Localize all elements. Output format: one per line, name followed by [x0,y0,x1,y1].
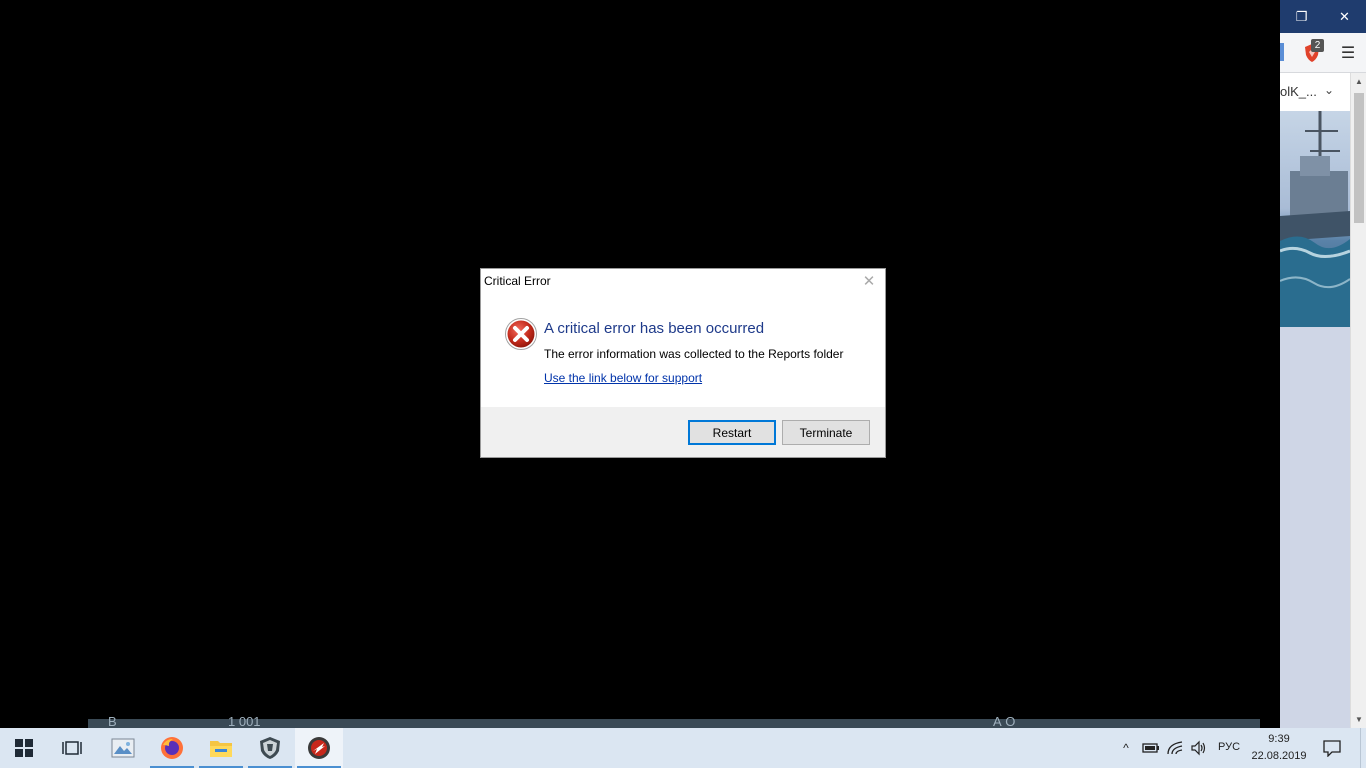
folder-icon [210,741,232,757]
battery-icon[interactable] [1141,738,1161,758]
notification-icon [1323,740,1341,757]
critical-error-dialog: Critical Error ✕ A critical error has be… [480,268,886,458]
taskbar-app-photos[interactable] [99,728,147,768]
windows-logo-icon [15,739,33,757]
clock-time[interactable]: 9:39 [1248,733,1310,745]
desktop: В 1 001 А О ❐ ✕ 2 ☰ olK_... ⌄ ▲ ▼ Critic… [0,0,1366,768]
dialog-message: The error information was collected to t… [544,347,844,361]
support-link[interactable]: Use the link below for support [544,371,702,385]
scrollbar-thumb[interactable] [1354,93,1364,223]
dialog-heading: A critical error has been occurred [544,320,765,337]
wargaming-icon [308,737,330,759]
action-center-button[interactable] [1318,736,1346,760]
hud-text-right: А О [993,714,1016,729]
volume-icon[interactable] [1189,738,1209,758]
hud-text-mid: 1 001 [228,714,261,729]
browser-menu-icon[interactable]: ☰ [1338,41,1358,65]
tab-title[interactable]: olK_... [1280,84,1320,99]
browser-scrollbar[interactable]: ▲ ▼ [1350,73,1366,728]
photo-viewer-icon [111,738,135,758]
scroll-up-arrow-icon[interactable]: ▲ [1355,77,1363,86]
close-window-button[interactable]: ✕ [1323,0,1366,33]
browser-toolbar: 2 ☰ [1280,33,1366,73]
game-bottom-hud: В 1 001 А О [88,715,1260,728]
ship-image [1280,111,1350,327]
dialog-button-bar: Restart Terminate [481,407,885,457]
dialog-close-button[interactable]: ✕ [859,271,879,291]
browser-titlebar: ❐ ✕ [1280,0,1366,33]
firefox-icon [161,737,183,759]
dialog-title: Critical Error [484,274,551,288]
chevron-down-icon[interactable]: ⌄ [1324,83,1334,97]
taskbar-app-wg-game-center[interactable] [295,728,343,768]
start-button[interactable] [0,728,48,768]
restart-button[interactable]: Restart [688,420,776,445]
taskbar-app-wows[interactable] [246,728,294,768]
extension-badge: 2 [1311,39,1324,52]
hud-text-left: В [108,714,117,729]
taskbar-app-file-explorer[interactable] [197,728,245,768]
task-view-button[interactable] [48,728,96,768]
world-of-warships-icon [260,737,280,759]
wifi-icon[interactable] [1165,738,1185,758]
show-desktop-button[interactable] [1360,728,1366,768]
show-hidden-icons-button[interactable]: ^ [1117,738,1135,758]
terminate-button[interactable]: Terminate [782,420,870,445]
error-icon [504,317,538,351]
taskbar-app-firefox[interactable] [148,728,196,768]
taskbar: ^ РУС 9:39 22.08.2019 [0,728,1366,768]
clock-date[interactable]: 22.08.2019 [1248,750,1310,762]
task-view-icon [62,741,82,755]
input-language-indicator[interactable]: РУС [1218,741,1240,753]
browser-toolbar-edge-icon [1280,43,1284,61]
shield-extension-icon[interactable]: 2 [1300,39,1324,65]
restore-window-button[interactable]: ❐ [1280,0,1323,33]
scroll-down-arrow-icon[interactable]: ▼ [1355,715,1363,724]
